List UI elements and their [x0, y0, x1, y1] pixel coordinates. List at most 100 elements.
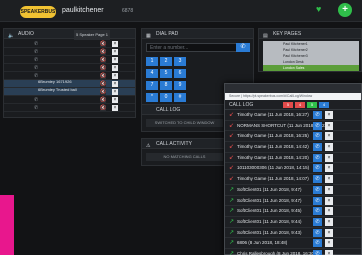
call-log-entry[interactable]: ↙ 101103000306 (11 Jun 2018, 14:15) ✆ × — [225, 163, 361, 175]
filter-incoming[interactable]: 4 — [319, 102, 329, 108]
dial-key-4[interactable]: 4 — [146, 69, 158, 78]
call-log-entry[interactable]: ↗ SoftClient01 (11 Jun 2018, 9:45) ✆ × — [225, 206, 361, 217]
dial-key-1[interactable]: 1 — [146, 57, 158, 66]
call-log-entry[interactable]: ↗ SoftClient01 (11 Jun 2018, 9:47) ✆ × — [225, 196, 361, 207]
mute-icon[interactable]: 🔇 — [100, 105, 106, 111]
delete-icon[interactable]: × — [325, 132, 333, 141]
audio-row[interactable]: ✆ 🔇 × — [4, 56, 135, 64]
outgoing-call-icon: ↗ — [229, 186, 235, 193]
mute-icon[interactable]: 🔇 — [100, 49, 106, 55]
call-back-icon[interactable]: ✆ — [313, 228, 322, 237]
call-log-header: CALL LOG — [142, 105, 225, 115]
close-icon[interactable]: × — [112, 41, 118, 47]
call-log-entry[interactable]: ↗ Chris Rallesbrough (8 Jun 2018, 16:30) ✆… — [225, 249, 361, 255]
heart-icon[interactable]: ♥ — [316, 4, 321, 14]
close-icon[interactable]: × — [112, 81, 118, 87]
audio-row-active[interactable]: 6Brumley Trusted ball 🔇 × — [4, 88, 135, 96]
popup-titlebar[interactable] — [225, 84, 361, 93]
close-icon[interactable]: × — [112, 97, 118, 103]
call-back-icon[interactable]: ✆ — [313, 111, 322, 119]
close-icon[interactable]: × — [112, 57, 118, 63]
call-log-entry[interactable]: ↙ Timothy Game (11 Jun 2018, 16:25) ✆ × — [225, 131, 361, 143]
audio-row[interactable]: ✆ 🔇 × — [4, 64, 135, 72]
call-back-icon[interactable]: ✆ — [313, 164, 322, 173]
dial-key-star[interactable]: * — [146, 93, 158, 102]
delete-icon[interactable]: × — [325, 249, 333, 255]
extension: 6878 — [122, 8, 134, 14]
mute-icon[interactable]: 🔇 — [100, 73, 106, 79]
mute-icon[interactable]: 🔇 — [100, 65, 106, 71]
close-icon[interactable]: × — [112, 105, 118, 111]
close-icon[interactable]: × — [112, 65, 118, 71]
audio-row[interactable]: ✆ 🔇 × — [4, 48, 135, 56]
close-icon[interactable]: × — [112, 89, 118, 95]
outgoing-call-icon: ↗ — [229, 218, 235, 225]
delete-icon[interactable]: × — [325, 111, 333, 119]
dial-key-2[interactable]: 2 — [160, 57, 172, 66]
mute-icon[interactable]: 🔇 — [100, 41, 106, 47]
handset-icon: ✆ — [34, 41, 39, 47]
delete-icon[interactable]: × — [325, 153, 333, 162]
call-log-entry[interactable]: ↙ NORMANS SHORTCUT (11 Jun 2018, 16:23) ✆ × — [225, 121, 361, 132]
call-back-icon[interactable]: ✆ — [313, 196, 322, 205]
close-icon[interactable]: × — [112, 73, 118, 79]
delete-icon[interactable]: × — [325, 143, 333, 152]
call-back-icon[interactable]: ✆ — [313, 207, 322, 216]
audio-row[interactable]: ✆ 🔇 × — [4, 104, 135, 112]
call-log-entry[interactable]: ↗ 6806 (8 Jun 2018, 18:48) ✆ × — [225, 238, 361, 249]
call-log-entry[interactable]: ↙ Timothy Game (11 Jun 2018, 14:20) ✆ × — [225, 153, 361, 164]
filter-outgoing[interactable]: 5 — [307, 102, 317, 108]
call-back-icon[interactable]: ✆ — [313, 239, 322, 248]
dial-key-8[interactable]: 8 — [160, 81, 172, 90]
dial-key-6[interactable]: 6 — [174, 69, 186, 78]
call-back-icon[interactable]: ✆ — [313, 185, 322, 194]
call-activity-panel: ⚠ CALL ACTIVITY NO MATCHING CALLS — [141, 138, 226, 166]
mute-icon[interactable]: 🔇 — [100, 81, 106, 87]
dial-key-hash[interactable]: # — [174, 93, 186, 102]
delete-icon[interactable]: × — [325, 196, 333, 205]
call-log-entry[interactable]: ↙ Timothy Game (11 Jun 2018, 14:42) ✆ × — [225, 142, 361, 153]
mute-icon[interactable]: 🔇 — [100, 89, 106, 95]
call-back-icon[interactable]: ✆ — [313, 249, 322, 255]
call-log-entry[interactable]: ↗ SoftClient01 (11 Jun 2018, 9:44) ✆ × — [225, 217, 361, 228]
call-back-icon[interactable]: ✆ — [313, 175, 322, 184]
popup-url-bar[interactable]: Secure | https://pt.speakerbus.com/#/Cal… — [225, 93, 361, 100]
speaker-selector[interactable]: 5 Speaker Page 1 — [74, 30, 111, 40]
close-icon[interactable]: × — [112, 49, 118, 55]
delete-icon[interactable]: × — [325, 175, 333, 184]
call-back-icon[interactable]: ✆ — [313, 121, 322, 130]
mute-icon[interactable]: 🔇 — [100, 97, 106, 103]
audio-row[interactable]: ✆ 🔇 × — [4, 96, 135, 104]
delete-icon[interactable]: × — [325, 164, 333, 173]
audio-row[interactable]: ✆ 🔇 × — [4, 40, 135, 48]
call-back-icon[interactable]: ✆ — [313, 132, 322, 141]
delete-icon[interactable]: × — [325, 185, 333, 194]
delete-icon[interactable]: × — [325, 207, 333, 216]
plus-icon[interactable]: + — [338, 3, 352, 17]
filter-missed-2[interactable]: 4 — [295, 102, 305, 108]
mute-icon[interactable]: 🔇 — [100, 57, 106, 63]
dial-key-5[interactable]: 5 — [160, 69, 172, 78]
call-log-entry[interactable]: ↗ SoftClient01 (11 Jun 2018, 9:43) ✆ × — [225, 228, 361, 239]
dial-key-7[interactable]: 7 — [146, 81, 158, 90]
filter-missed[interactable]: 5 — [283, 102, 293, 108]
call-back-icon[interactable]: ✆ — [313, 143, 322, 152]
delete-icon[interactable]: × — [325, 121, 333, 130]
dial-key-3[interactable]: 3 — [174, 57, 186, 66]
key-page-item-active[interactable]: London Sales — [263, 65, 359, 71]
dial-input[interactable]: Enter a number... — [146, 43, 246, 52]
call-back-icon[interactable]: ✆ — [313, 153, 322, 162]
call-log-entry-text: SoftClient01 (11 Jun 2018, 9:45) — [237, 208, 302, 214]
dial-key-0[interactable]: 0 — [160, 93, 172, 102]
delete-icon[interactable]: × — [325, 217, 333, 226]
call-back-icon[interactable]: ✆ — [313, 217, 322, 226]
dial-key-9[interactable]: 9 — [174, 81, 186, 90]
delete-icon[interactable]: × — [325, 239, 333, 248]
call-log-entry[interactable]: ↙ Timothy Game (11 Jun 2018, 16:27) ✆ × — [225, 110, 361, 121]
call-button[interactable]: ✆ — [236, 43, 250, 52]
delete-icon[interactable]: × — [325, 228, 333, 237]
handset-icon: ✆ — [34, 97, 39, 103]
call-log-entry-text: Timothy Game (11 Jun 2018, 14:20) — [237, 154, 309, 160]
call-log-entry[interactable]: ↗ SoftClient01 (11 Jun 2018, 9:47) ✆ × — [225, 185, 361, 196]
call-log-entry[interactable]: ↙ Timothy Game (11 Jun 2018, 14:07) ✆ × — [225, 174, 361, 185]
